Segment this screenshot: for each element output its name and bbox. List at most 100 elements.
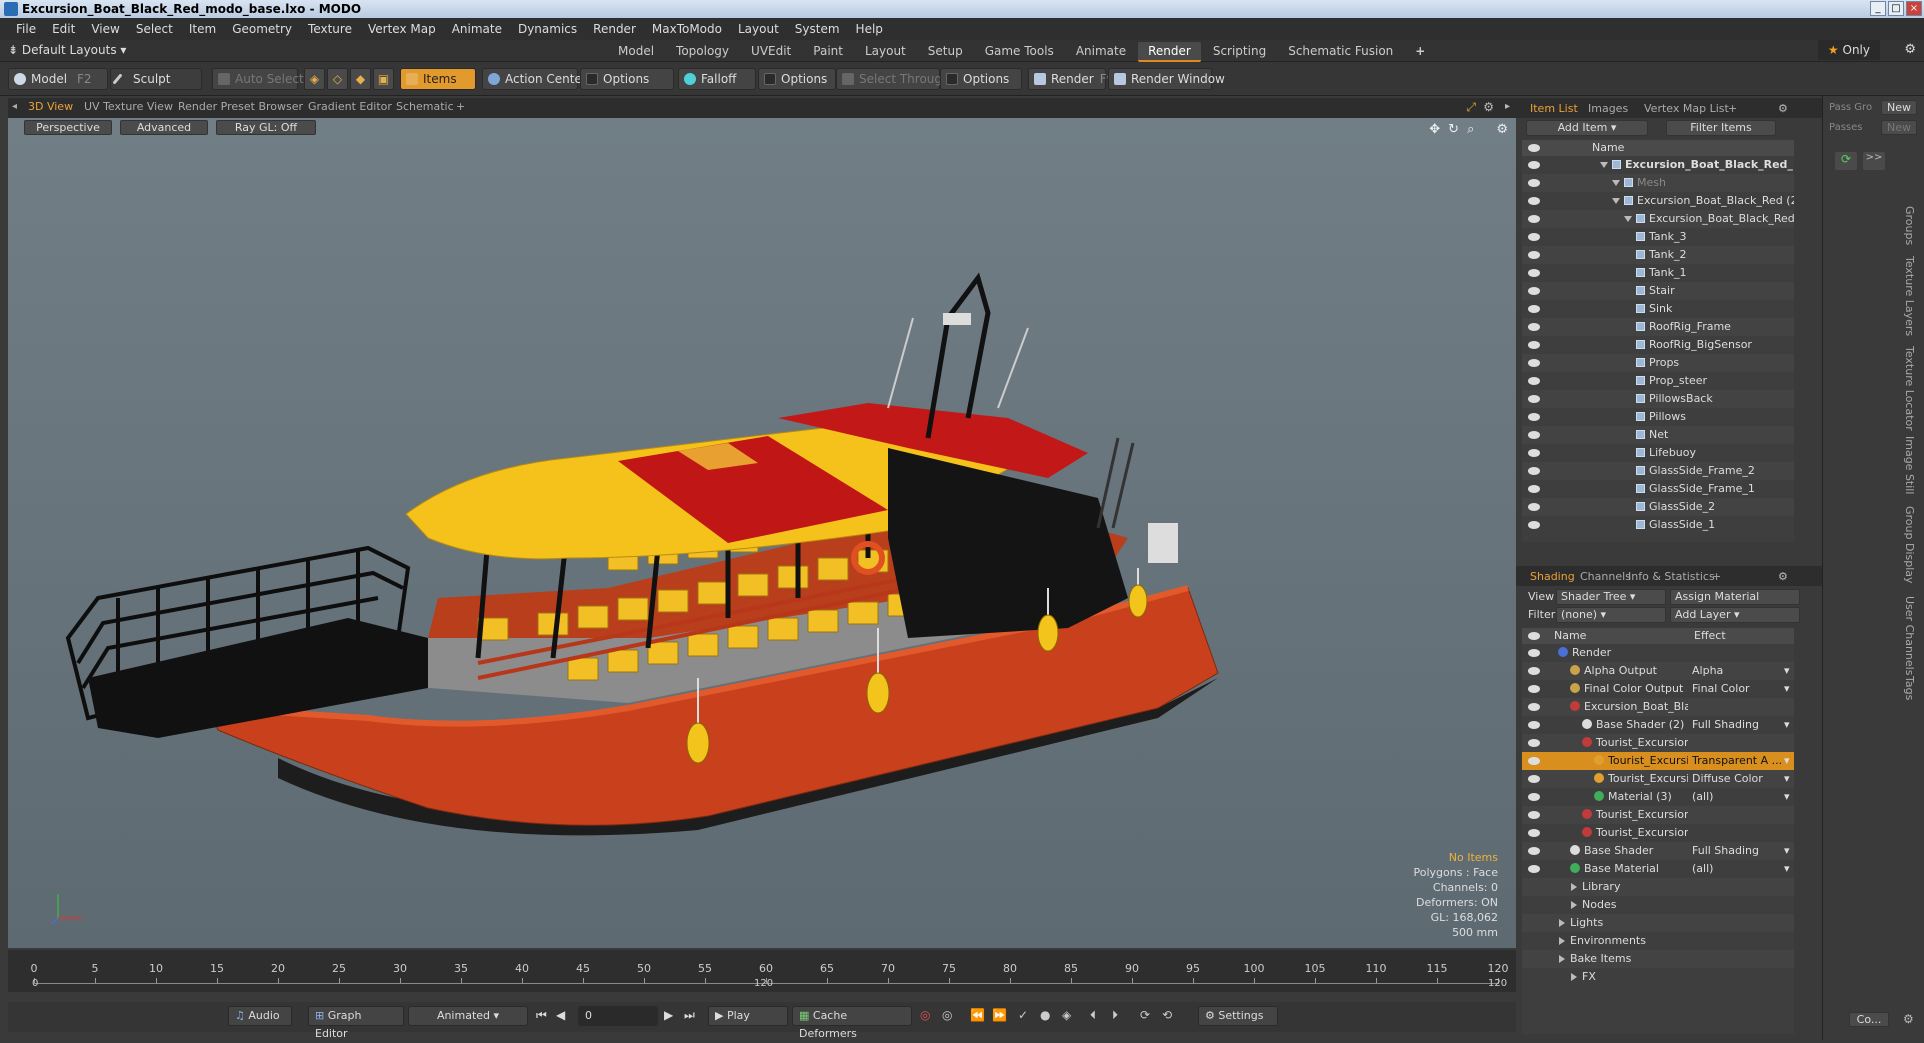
menu-render[interactable]: Render xyxy=(585,22,644,36)
current-frame-field[interactable]: 0 xyxy=(578,1006,658,1026)
filter-items-field[interactable]: Filter Items xyxy=(1666,120,1776,136)
tab-channels[interactable]: Channels xyxy=(1580,570,1631,583)
side-tab-group-display[interactable]: Group Display xyxy=(1903,506,1916,584)
menu-select[interactable]: Select xyxy=(128,22,181,36)
eye-icon[interactable] xyxy=(1528,667,1540,675)
render-button[interactable]: Render F9 xyxy=(1028,68,1114,90)
expand-icon[interactable]: ⤢ xyxy=(1466,100,1476,115)
layout-tab-game-tools[interactable]: Game Tools xyxy=(975,42,1064,62)
item-list-row[interactable]: GlassSide_2 xyxy=(1522,498,1794,516)
eye-icon[interactable] xyxy=(1528,413,1540,421)
select-through-button[interactable]: Select Through xyxy=(836,68,950,90)
falloff-options-button[interactable]: Options xyxy=(758,68,836,90)
menu-file[interactable]: File xyxy=(8,22,44,36)
shader-effect-label[interactable]: Full Shading xyxy=(1692,842,1782,860)
item-list-row[interactable]: Excursion_Boat_Black_Red (2) xyxy=(1522,192,1794,210)
skip-to-start-icon[interactable]: ⏮ xyxy=(536,1008,547,1023)
tab-schematic[interactable]: Schematic xyxy=(396,100,454,113)
eye-icon[interactable] xyxy=(1528,377,1540,385)
audio-button[interactable]: ♫ Audio xyxy=(228,1006,292,1026)
graph-editor-button[interactable]: ⊞ Graph Editor xyxy=(308,1006,404,1040)
layout-tab-schematic-fusion[interactable]: Schematic Fusion xyxy=(1278,42,1403,62)
expand-triangle-icon[interactable] xyxy=(1571,973,1577,981)
eye-icon[interactable] xyxy=(1528,775,1540,783)
step-forward-icon[interactable]: ▶ xyxy=(664,1008,673,1022)
expand-triangle-icon[interactable] xyxy=(1559,937,1565,945)
key-prev-icon[interactable]: ⏪ xyxy=(970,1008,985,1022)
shader-effect-label[interactable]: Full Shading xyxy=(1692,716,1782,734)
viewport-menu-icon[interactable]: ◂ xyxy=(12,101,17,112)
tab-gradient-editor[interactable]: Gradient Editor xyxy=(308,100,392,113)
edges-mode-icon[interactable]: ◇ xyxy=(327,68,348,90)
3d-viewport[interactable]: Perspective Advanced Ray GL: Off ✥ ↻ ⌕ ⚙ xyxy=(8,118,1516,948)
shader-effect-label[interactable]: Transparent A ... xyxy=(1692,752,1782,770)
shader-tree-row[interactable]: Nodes xyxy=(1522,896,1794,914)
expand-triangle-icon[interactable] xyxy=(1624,216,1632,222)
tab-shading[interactable]: Shading xyxy=(1530,570,1575,583)
refresh-icon[interactable]: ⟳ xyxy=(1835,152,1857,170)
eye-icon[interactable] xyxy=(1528,757,1540,765)
side-tab-texture-locator[interactable]: Texture Locator xyxy=(1903,346,1916,431)
eye-icon[interactable] xyxy=(1528,323,1540,331)
skip-to-end-icon[interactable]: ⏭ xyxy=(684,1008,695,1023)
item-list-row[interactable]: Prop_steer xyxy=(1522,372,1794,390)
shader-tree-row[interactable]: Lights xyxy=(1522,914,1794,932)
action-center-button[interactable]: Action Center xyxy=(482,68,587,90)
close-button[interactable]: × xyxy=(1906,1,1922,16)
maximize-button[interactable]: □ xyxy=(1888,1,1904,16)
timeline[interactable]: 0 5 10 15 20 25 30 35 40 45 50 55 60 65 70 75 80 85 90 95 10… xyxy=(8,950,1516,992)
layout-tab-layout[interactable]: Layout xyxy=(855,42,916,62)
item-list-row[interactable]: Pillows xyxy=(1522,408,1794,426)
shader-tree-row[interactable]: Tourist_Excursion_b ... xyxy=(1522,824,1794,842)
select-through-options-button[interactable]: Options xyxy=(940,68,1022,90)
menu-vertex-map[interactable]: Vertex Map xyxy=(360,22,444,36)
item-list-row[interactable]: PillowsBack xyxy=(1522,390,1794,408)
item-list-row[interactable]: Mesh xyxy=(1522,174,1794,192)
menu-layout[interactable]: Layout xyxy=(730,22,787,36)
eye-icon[interactable] xyxy=(1528,161,1540,169)
expand-triangle-icon[interactable] xyxy=(1612,198,1620,204)
eye-icon[interactable] xyxy=(1528,431,1540,439)
gear-icon[interactable]: ⚙ xyxy=(1904,42,1916,57)
shader-tree-row[interactable]: Base Shader Full Shading ▾ xyxy=(1522,842,1794,860)
key-next-icon[interactable]: ⏩ xyxy=(992,1008,1007,1022)
check-icon[interactable]: ✓ xyxy=(1018,1008,1028,1022)
expand-triangle-icon[interactable] xyxy=(1559,919,1565,927)
assign-material-button[interactable]: Assign Material xyxy=(1670,589,1800,605)
layout-tab-scripting[interactable]: Scripting xyxy=(1203,42,1276,62)
add-layer-dropdown[interactable]: Add Layer ▾ xyxy=(1670,607,1800,623)
effect-dropdown-icon[interactable]: ▾ xyxy=(1784,788,1790,806)
bottom-panel-button[interactable]: Co... xyxy=(1849,1012,1889,1027)
item-list-row[interactable]: Tank_3 xyxy=(1522,228,1794,246)
eye-icon[interactable] xyxy=(1528,811,1540,819)
layout-tab-render[interactable]: Render xyxy=(1138,42,1201,62)
tab-uv-texture-view[interactable]: UV Texture View xyxy=(84,100,173,113)
eye-icon[interactable] xyxy=(1528,305,1540,313)
eye-icon[interactable] xyxy=(1528,829,1540,837)
item-list-row[interactable]: Sink xyxy=(1522,300,1794,318)
render-window-button[interactable]: Render Window xyxy=(1108,68,1225,90)
tab-vertex-map-list[interactable]: Vertex Map List xyxy=(1644,102,1729,115)
layout-tab-paint[interactable]: Paint xyxy=(803,42,853,62)
layout-tab-topology[interactable]: Topology xyxy=(666,42,739,62)
boat-model[interactable] xyxy=(8,118,1516,948)
eye-icon[interactable] xyxy=(1528,721,1540,729)
step-back-icon[interactable]: ◀ xyxy=(556,1008,565,1022)
eye-icon[interactable] xyxy=(1528,251,1540,259)
menu-geometry[interactable]: Geometry xyxy=(224,22,300,36)
vertices-mode-icon[interactable]: ◈ xyxy=(304,68,325,90)
viewport-gear-icon[interactable]: ⚙ xyxy=(1483,100,1494,114)
polygons-mode-icon[interactable]: ◆ xyxy=(350,68,371,90)
menu-dynamics[interactable]: Dynamics xyxy=(510,22,585,36)
menu-texture[interactable]: Texture xyxy=(300,22,360,36)
sculpt-mode-button[interactable]: Sculpt xyxy=(110,68,202,90)
item-list-row[interactable]: RoofRig_BigSensor xyxy=(1522,336,1794,354)
add-viewport-tab-button[interactable]: + xyxy=(456,100,465,113)
expand-triangle-icon[interactable] xyxy=(1612,180,1620,186)
add-shading-tab-button[interactable]: + xyxy=(1712,570,1721,583)
tab-info-statistics[interactable]: Info & Statistics xyxy=(1628,570,1715,583)
effect-dropdown-icon[interactable]: ▾ xyxy=(1784,860,1790,878)
item-list-row[interactable]: Tank_1 xyxy=(1522,264,1794,282)
items-mode-button[interactable]: Items xyxy=(400,68,476,90)
eye-icon[interactable] xyxy=(1528,865,1540,873)
